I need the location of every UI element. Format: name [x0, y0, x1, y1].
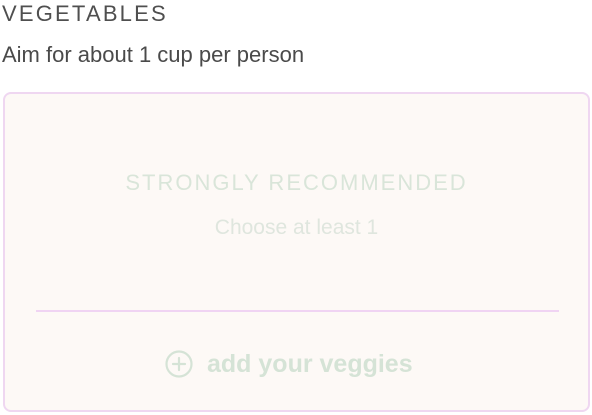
recommendation-heading: STRONGLY RECOMMENDED	[125, 170, 468, 195]
add-veggies-label: add your veggies	[207, 349, 413, 378]
add-veggies-button[interactable]: add your veggies	[165, 348, 413, 380]
divider	[36, 310, 559, 312]
vegetables-section: VEGETABLES Aim for about 1 cup per perso…	[0, 0, 592, 415]
selection-hint: Choose at least 1	[214, 216, 379, 239]
veggies-card: STRONGLY RECOMMENDED Choose at least 1 a…	[3, 92, 590, 412]
section-subtitle: Aim for about 1 cup per person	[2, 42, 305, 67]
plus-circle-icon	[165, 350, 193, 378]
section-title: VEGETABLES	[2, 1, 168, 26]
